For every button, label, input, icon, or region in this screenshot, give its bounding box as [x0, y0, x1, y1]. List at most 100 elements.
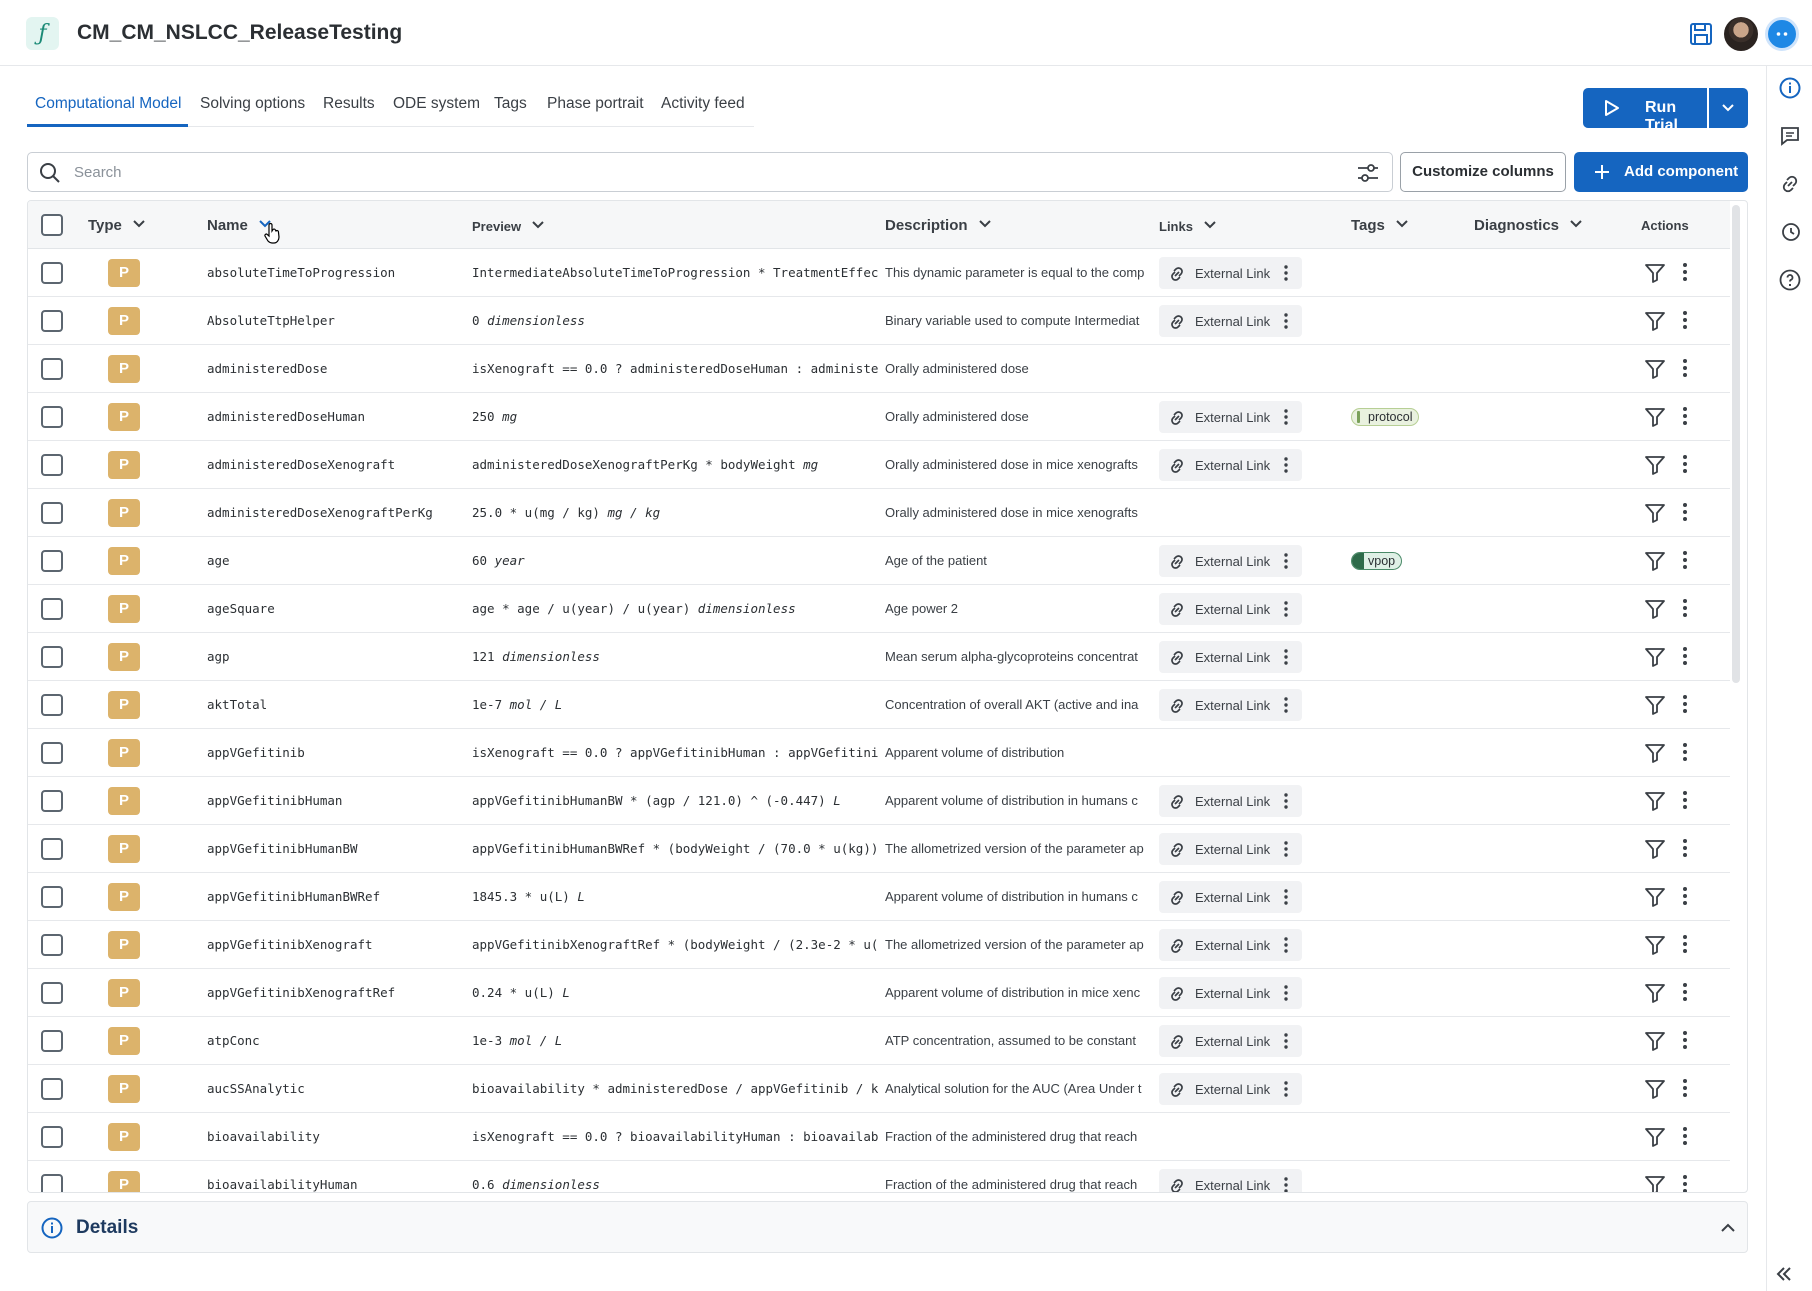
customize-columns-button[interactable]: Customize columns [1400, 152, 1566, 192]
table-scrollbar[interactable] [1732, 205, 1740, 683]
more-actions-icon[interactable] [1682, 310, 1688, 330]
select-all-checkbox[interactable] [41, 214, 63, 236]
filter-icon[interactable] [1644, 934, 1666, 956]
filter-icon[interactable] [1644, 502, 1666, 524]
row-checkbox[interactable] [41, 358, 63, 380]
column-name[interactable]: Name [207, 217, 272, 234]
external-link-button[interactable]: External Link [1159, 929, 1302, 961]
row-checkbox[interactable] [41, 550, 63, 572]
table-row[interactable]: PabsoluteTimeToProgression IntermediateAb… [28, 249, 1730, 297]
row-checkbox[interactable] [41, 310, 63, 332]
more-actions-icon[interactable] [1682, 886, 1688, 906]
table-row[interactable]: PappVGefitinibHuman appVGefitinibHumanBW … [28, 777, 1730, 825]
table-row[interactable]: PageSquare age * age / u(year) / u(year) … [28, 585, 1730, 633]
kebab-menu-icon[interactable] [1283, 793, 1289, 809]
table-row[interactable]: PadministeredDose isXenograft == 0.0 ? ad… [28, 345, 1730, 393]
kebab-menu-icon[interactable] [1283, 1177, 1289, 1193]
row-checkbox[interactable] [41, 982, 63, 1004]
row-checkbox[interactable] [41, 598, 63, 620]
kebab-menu-icon[interactable] [1283, 649, 1289, 665]
external-link-button[interactable]: External Link [1159, 401, 1302, 433]
user-avatar[interactable] [1724, 17, 1758, 51]
table-row[interactable]: Pagp 121 dimensionless Mean serum alpha-gl… [28, 633, 1730, 681]
kebab-menu-icon[interactable] [1283, 841, 1289, 857]
kebab-menu-icon[interactable] [1283, 601, 1289, 617]
row-checkbox[interactable] [41, 454, 63, 476]
tag-badge[interactable]: vpop [1351, 552, 1403, 570]
external-link-button[interactable]: External Link [1159, 689, 1302, 721]
tab-tags[interactable]: Tags [494, 95, 527, 113]
kebab-menu-icon[interactable] [1283, 697, 1289, 713]
filter-icon[interactable] [1644, 646, 1666, 668]
filter-icon[interactable] [1644, 1078, 1666, 1100]
run-trial-button[interactable]: Run Trial [1583, 88, 1707, 134]
kebab-menu-icon[interactable] [1283, 265, 1289, 281]
comment-icon[interactable] [1778, 124, 1802, 148]
filter-icon[interactable] [1644, 886, 1666, 908]
more-actions-icon[interactable] [1682, 742, 1688, 762]
more-actions-icon[interactable] [1682, 406, 1688, 426]
more-actions-icon[interactable] [1682, 598, 1688, 618]
tab-phase-portrait[interactable]: Phase portrait [547, 95, 644, 113]
more-actions-icon[interactable] [1682, 1078, 1688, 1098]
row-checkbox[interactable] [41, 262, 63, 284]
more-actions-icon[interactable] [1682, 934, 1688, 954]
more-actions-icon[interactable] [1682, 262, 1688, 282]
search-input[interactable] [74, 161, 1324, 183]
more-actions-icon[interactable] [1682, 838, 1688, 858]
filter-icon[interactable] [1644, 1174, 1666, 1193]
history-icon[interactable] [1778, 220, 1802, 244]
filter-icon[interactable] [1644, 310, 1666, 332]
more-actions-icon[interactable] [1682, 646, 1688, 666]
external-link-button[interactable]: External Link [1159, 1025, 1302, 1057]
filter-icon[interactable] [1644, 406, 1666, 428]
row-checkbox[interactable] [41, 502, 63, 524]
tab-activity-feed[interactable]: Activity feed [661, 95, 745, 113]
filter-settings-icon[interactable] [1356, 162, 1380, 184]
table-row[interactable]: PappVGefitinib isXenograft == 0.0 ? appVG… [28, 729, 1730, 777]
filter-icon[interactable] [1644, 838, 1666, 860]
chevron-up-icon[interactable] [1719, 1219, 1737, 1237]
table-row[interactable]: PaktTotal 1e-7 mol / L Concentration of ov… [28, 681, 1730, 729]
filter-icon[interactable] [1644, 790, 1666, 812]
column-type[interactable]: Type [88, 217, 146, 234]
table-row[interactable]: PappVGefitinibXenograft appVGefitinibXeno… [28, 921, 1730, 969]
kebab-menu-icon[interactable] [1283, 553, 1289, 569]
more-actions-icon[interactable] [1682, 790, 1688, 810]
column-diagnostics[interactable]: Diagnostics [1474, 217, 1583, 234]
filter-icon[interactable] [1644, 1030, 1666, 1052]
external-link-button[interactable]: External Link [1159, 545, 1302, 577]
row-checkbox[interactable] [41, 694, 63, 716]
table-row[interactable]: PadministeredDoseHuman 250 mg Orally admin… [28, 393, 1730, 441]
external-link-button[interactable]: External Link [1159, 833, 1302, 865]
external-link-button[interactable]: External Link [1159, 977, 1302, 1009]
external-link-button[interactable]: External Link [1159, 305, 1302, 337]
table-row[interactable]: PappVGefitinibXenograftRef 0.24 * u(L) LA… [28, 969, 1730, 1017]
kebab-menu-icon[interactable] [1283, 937, 1289, 953]
filter-icon[interactable] [1644, 1126, 1666, 1148]
row-checkbox[interactable] [41, 790, 63, 812]
table-row[interactable]: PbioavailabilityHuman 0.6 dimensionless Fr… [28, 1161, 1730, 1193]
table-row[interactable]: PaucSSAnalytic bioavailability * administ… [28, 1065, 1730, 1113]
table-row[interactable]: PatpConc 1e-3 mol / L ATP concentration, a… [28, 1017, 1730, 1065]
row-checkbox[interactable] [41, 646, 63, 668]
kebab-menu-icon[interactable] [1283, 1081, 1289, 1097]
external-link-button[interactable]: External Link [1159, 1073, 1302, 1105]
more-actions-icon[interactable] [1682, 502, 1688, 522]
row-checkbox[interactable] [41, 1078, 63, 1100]
filter-icon[interactable] [1644, 262, 1666, 284]
column-links[interactable]: Links [1159, 218, 1217, 234]
external-link-button[interactable]: External Link [1159, 593, 1302, 625]
filter-icon[interactable] [1644, 550, 1666, 572]
more-actions-icon[interactable] [1682, 1174, 1688, 1193]
table-row[interactable]: Page 60 year Age of the patient External Li… [28, 537, 1730, 585]
more-actions-icon[interactable] [1682, 454, 1688, 474]
column-tags[interactable]: Tags [1351, 217, 1409, 234]
row-checkbox[interactable] [41, 838, 63, 860]
filter-icon[interactable] [1644, 454, 1666, 476]
assistant-icon[interactable] [1765, 17, 1799, 51]
tab-solving-options[interactable]: Solving options [200, 95, 305, 113]
row-checkbox[interactable] [41, 406, 63, 428]
more-actions-icon[interactable] [1682, 358, 1688, 378]
more-actions-icon[interactable] [1682, 982, 1688, 1002]
